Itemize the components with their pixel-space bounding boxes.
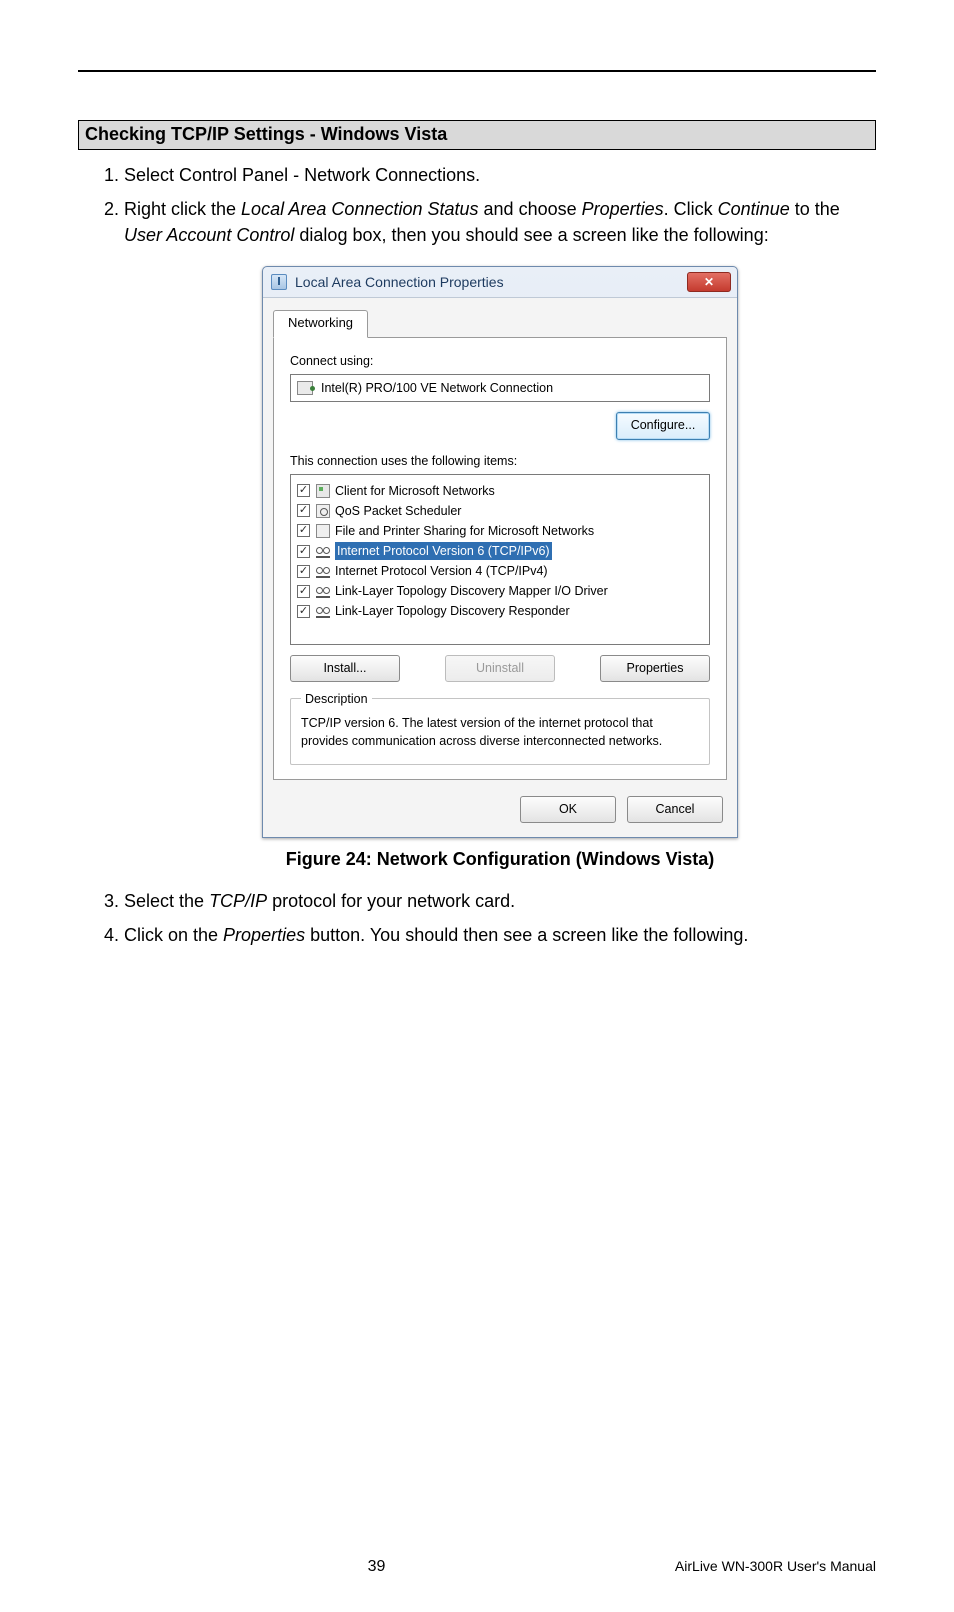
configure-button[interactable]: Configure...	[616, 412, 710, 439]
item-label-selected: Internet Protocol Version 6 (TCP/IPv6)	[335, 542, 552, 560]
figure-caption: Figure 24: Network Configuration (Window…	[124, 846, 876, 872]
step-3: Select the TCP/IP protocol for your netw…	[124, 888, 876, 914]
window-title: Local Area Connection Properties	[295, 272, 687, 292]
step-3-italic: TCP/IP	[209, 891, 267, 911]
figure-wrap: Local Area Connection Properties ✕ Netwo…	[124, 266, 876, 872]
uninstall-button[interactable]: Uninstall	[445, 655, 555, 682]
scheduler-icon	[316, 504, 330, 518]
item-label: File and Printer Sharing for Microsoft N…	[335, 522, 594, 540]
protocol-icon	[316, 544, 330, 558]
description-text: TCP/IP version 6. The latest version of …	[301, 716, 662, 748]
checkbox-icon[interactable]	[297, 565, 310, 578]
cancel-button[interactable]: Cancel	[627, 796, 723, 823]
page-footer: 39 AirLive WN-300R User's Manual	[78, 1558, 876, 1576]
item-label: Link-Layer Topology Discovery Responder	[335, 602, 570, 620]
checkbox-icon[interactable]	[297, 585, 310, 598]
step-4-text-b: button. You should then see a screen lik…	[305, 925, 748, 945]
nic-icon	[297, 381, 313, 395]
close-button[interactable]: ✕	[687, 272, 731, 292]
step-3-text-b: protocol for your network card.	[267, 891, 515, 911]
tab-networking[interactable]: Networking	[273, 310, 368, 338]
step-1: Select Control Panel - Network Connectio…	[124, 162, 876, 188]
step-2: Right click the Local Area Connection St…	[124, 196, 876, 872]
section-heading: Checking TCP/IP Settings - Windows Vista	[78, 120, 876, 150]
step-2-italic-2: Properties	[582, 199, 664, 219]
checkbox-icon[interactable]	[297, 605, 310, 618]
manual-title: AirLive WN-300R User's Manual	[675, 1558, 876, 1574]
item-row-client[interactable]: Client for Microsoft Networks	[295, 481, 705, 501]
checkbox-icon[interactable]	[297, 504, 310, 517]
ok-button[interactable]: OK	[520, 796, 616, 823]
dialog-window: Local Area Connection Properties ✕ Netwo…	[262, 266, 738, 838]
step-2-text-a: Right click the	[124, 199, 241, 219]
item-buttons-row: Install... Uninstall Properties	[290, 655, 710, 682]
step-2-italic-1: Local Area Connection Status	[241, 199, 478, 219]
install-button[interactable]: Install...	[290, 655, 400, 682]
item-row-ipv4[interactable]: Internet Protocol Version 4 (TCP/IPv4)	[295, 561, 705, 581]
step-3-text-a: Select the	[124, 891, 209, 911]
connect-using-label: Connect using:	[290, 352, 710, 370]
step-4-text-a: Click on the	[124, 925, 223, 945]
items-label: This connection uses the following items…	[290, 452, 710, 470]
adapter-name: Intel(R) PRO/100 VE Network Connection	[321, 379, 553, 397]
adapter-field[interactable]: Intel(R) PRO/100 VE Network Connection	[290, 374, 710, 402]
item-label: Internet Protocol Version 4 (TCP/IPv4)	[335, 562, 548, 580]
items-listbox[interactable]: Client for Microsoft Networks QoS Packet…	[290, 474, 710, 645]
item-label: QoS Packet Scheduler	[335, 502, 461, 520]
item-label: Link-Layer Topology Discovery Mapper I/O…	[335, 582, 608, 600]
step-2-italic-4: User Account Control	[124, 225, 294, 245]
protocol-icon	[316, 564, 330, 578]
description-group: Description TCP/IP version 6. The latest…	[290, 690, 710, 765]
protocol-icon	[316, 584, 330, 598]
titlebar[interactable]: Local Area Connection Properties ✕	[263, 267, 737, 297]
item-row-qos[interactable]: QoS Packet Scheduler	[295, 501, 705, 521]
item-row-lltd-mapper[interactable]: Link-Layer Topology Discovery Mapper I/O…	[295, 581, 705, 601]
system-icon	[271, 274, 287, 290]
page-number: 39	[78, 1558, 675, 1576]
item-row-lltd-responder[interactable]: Link-Layer Topology Discovery Responder	[295, 601, 705, 621]
step-2-italic-3: Continue	[718, 199, 790, 219]
protocol-icon	[316, 604, 330, 618]
tab-panel: Connect using: Intel(R) PRO/100 VE Netwo…	[273, 337, 727, 780]
window-body: Networking Connect using: Intel(R) PRO/1…	[263, 297, 737, 837]
step-2-text-c: . Click	[664, 199, 718, 219]
item-row-fileshare[interactable]: File and Printer Sharing for Microsoft N…	[295, 521, 705, 541]
share-icon	[316, 524, 330, 538]
step-4-italic: Properties	[223, 925, 305, 945]
step-2-text-b: and choose	[479, 199, 582, 219]
dialog-footer: OK Cancel	[273, 780, 727, 825]
properties-button[interactable]: Properties	[600, 655, 710, 682]
item-label: Client for Microsoft Networks	[335, 482, 495, 500]
checkbox-icon[interactable]	[297, 524, 310, 537]
item-row-ipv6[interactable]: Internet Protocol Version 6 (TCP/IPv6)	[295, 541, 705, 561]
step-4: Click on the Properties button. You shou…	[124, 922, 876, 948]
step-2-text-d: to the	[790, 199, 840, 219]
step-2-text-e: dialog box, then you should see a screen…	[294, 225, 768, 245]
checkbox-icon[interactable]	[297, 484, 310, 497]
instruction-list: Select Control Panel - Network Connectio…	[78, 162, 876, 948]
description-legend: Description	[301, 690, 372, 708]
client-icon	[316, 484, 330, 498]
top-rule	[78, 70, 876, 72]
checkbox-icon[interactable]	[297, 545, 310, 558]
